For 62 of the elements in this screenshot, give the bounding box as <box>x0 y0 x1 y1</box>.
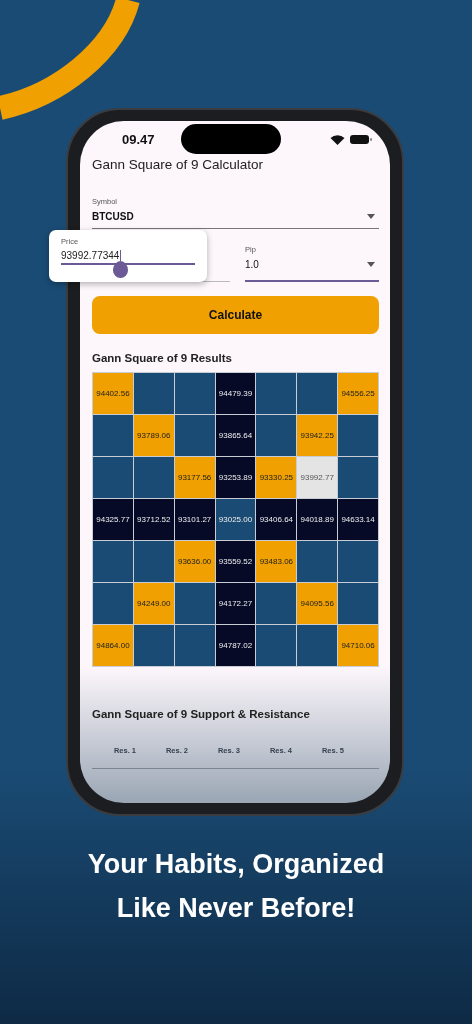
caret-icon <box>367 262 375 267</box>
grid-cell <box>174 373 215 414</box>
grid-cell <box>133 541 174 582</box>
grid-cell: 93177.56 <box>174 457 215 498</box>
grid-cell: 93406.64 <box>256 499 297 540</box>
battery-icon <box>350 133 372 145</box>
grid-cell: 93483.06 <box>256 541 297 582</box>
wifi-icon <box>330 133 345 145</box>
grid-cell: 93025.00 <box>215 499 256 540</box>
grid-cell: 94710.06 <box>338 625 378 666</box>
grid-cell: 94402.56 <box>93 373 133 414</box>
grid-cell <box>338 583 378 624</box>
calculate-button[interactable]: Calculate <box>92 296 379 334</box>
grid-cell <box>297 541 338 582</box>
tagline-text: Like Never Before! <box>115 892 357 925</box>
grid-cell <box>338 541 378 582</box>
grid-cell: 94556.25 <box>338 373 378 414</box>
grid-cell: 94325.77 <box>93 499 133 540</box>
grid-cell: 94633.14 <box>338 499 378 540</box>
price-value: 93992.77344 <box>61 250 122 261</box>
grid-cell <box>93 583 133 624</box>
grid-cell: 93865.64 <box>215 415 256 456</box>
grid-cell: 94018.89 <box>297 499 338 540</box>
grid-cell <box>133 625 174 666</box>
app-title: Gann Square of 9 Calculator <box>92 157 265 172</box>
grid-cell <box>174 415 215 456</box>
grid-cell <box>338 415 378 456</box>
text-cursor-handle[interactable] <box>113 261 128 278</box>
grid-cell: 93101.27 <box>174 499 215 540</box>
grid-cell: 93712.52 <box>133 499 174 540</box>
grid-cell: 94479.39 <box>215 373 256 414</box>
grid-cell: 93942.25 <box>297 415 338 456</box>
grid-cell: 93330.25 <box>256 457 297 498</box>
grid-cell: 93789.06 <box>133 415 174 456</box>
grid-cell <box>133 457 174 498</box>
tagline-text: Your Habits, Organized <box>86 848 386 881</box>
grid-cell: 93636.00 <box>174 541 215 582</box>
grid-cell: 94249.00 <box>133 583 174 624</box>
grid-cell <box>256 625 297 666</box>
grid-cell <box>256 415 297 456</box>
grid-cell <box>93 541 133 582</box>
grid-cell <box>93 457 133 498</box>
results-heading: Gann Square of 9 Results <box>92 352 233 364</box>
grid-cell: 94095.56 <box>297 583 338 624</box>
grid-cell <box>297 373 338 414</box>
grid-cell <box>133 373 174 414</box>
grid-cell: 93253.89 <box>215 457 256 498</box>
support-resistance-heading: Gann Square of 9 Support & Resistance <box>92 708 311 720</box>
grid-cell: 94787.02 <box>215 625 256 666</box>
grid-cell: 93559.52 <box>215 541 256 582</box>
grid-cell <box>256 373 297 414</box>
grid-cell <box>256 583 297 624</box>
grid-cell <box>174 583 215 624</box>
grid-cell <box>297 625 338 666</box>
caret-icon <box>367 214 375 219</box>
status-time: 09.47 <box>122 131 155 147</box>
grid-cell: 94172.27 <box>215 583 256 624</box>
grid-cell <box>174 625 215 666</box>
grid-cell: 94864.00 <box>93 625 133 666</box>
grid-cell <box>93 415 133 456</box>
grid-cell: 93992.77 <box>297 457 338 498</box>
grid-cell <box>338 457 378 498</box>
